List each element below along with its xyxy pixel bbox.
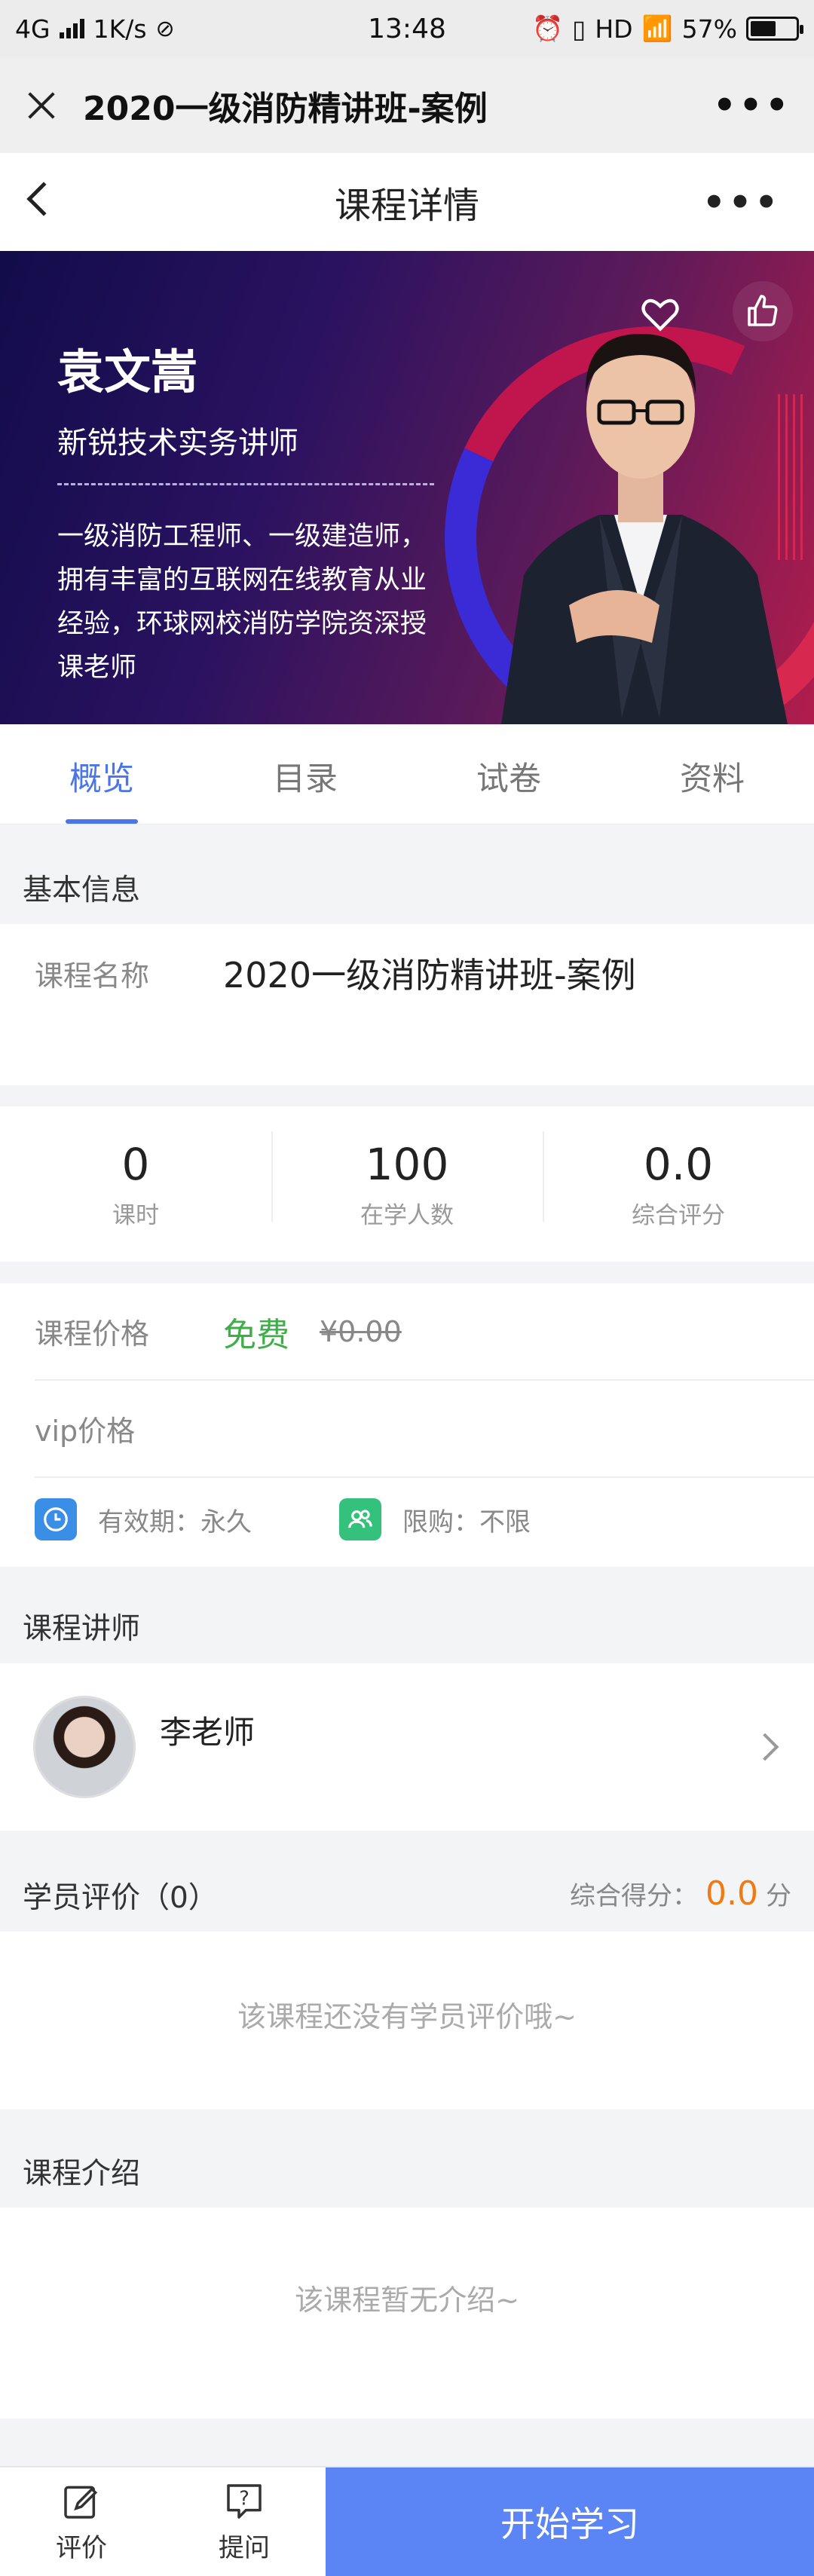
price-original: ¥0.00 (320, 1314, 402, 1348)
tab-item[interactable]: 目录 (204, 724, 407, 824)
battery-fill (751, 21, 776, 36)
edit-icon (64, 2486, 98, 2519)
vibrate-icon: ▯ (572, 14, 586, 44)
page-title: 课程详情 (334, 185, 479, 227)
course-tabs: 概览 目录 试卷 资料 (0, 724, 814, 825)
no-notification-icon: ⊘ (155, 15, 175, 42)
alarm-icon: ⏰ (532, 14, 564, 43)
stat-value: 0 (121, 1138, 150, 1190)
course-name-label: 课程名称 (35, 959, 150, 993)
vip-price-label: vip价格 (35, 1415, 136, 1448)
stat-label: 课时 (112, 1201, 159, 1229)
stats-row: 0 课时 100 在学人数 0.0 综合评分 (0, 1106, 814, 1262)
reviews-card: 该课程还没有学员评价哦~ (0, 1932, 814, 2109)
validity-text: 有效期：永久 (98, 1507, 252, 1537)
bottom-bar: 评价 ? 提问 开始学习 (0, 2466, 814, 2576)
basic-info-card: 课程名称 2020一级消防精讲班-案例 (0, 924, 814, 1085)
status-left: 4G 1K/s ⊘ (15, 14, 332, 44)
start-learning-button[interactable]: 开始学习 (326, 2467, 814, 2576)
review-score-unit: 分 (766, 1881, 791, 1911)
banner-description: 一级消防工程师、一级建造师，拥有丰富的互联网在线教育从业经验，环球网校消防学院资… (57, 522, 427, 683)
stat-item: 0.0 综合评分 (543, 1130, 814, 1230)
stat-item: 100 在学人数 (271, 1130, 543, 1230)
status-time: 13:48 (368, 13, 446, 44)
price-free: 免费 (223, 1315, 289, 1354)
chevron-right-icon (751, 1733, 779, 1761)
intro-card: 该课程暂无介绍~ (0, 2207, 814, 2418)
signal-icon (59, 19, 84, 38)
tab-item[interactable]: 资料 (610, 724, 814, 824)
stat-value: 0.0 (643, 1138, 714, 1190)
review-score-value: 0.0 (705, 1874, 758, 1913)
price-row: 课程价格 免费 ¥0.00 (35, 1283, 814, 1381)
status-right: ⏰ ▯ HD 📶 57% (482, 14, 803, 44)
hd-label: HD (595, 14, 633, 44)
intro-title: 课程介绍 (23, 2157, 141, 2191)
tab-item[interactable]: 试卷 (407, 724, 610, 824)
stat-label: 综合评分 (632, 1201, 725, 1229)
header-more-icon[interactable]: ••• (702, 182, 781, 224)
svg-text:?: ? (239, 2487, 249, 2510)
lecturer-card[interactable]: 李老师 (0, 1663, 814, 1831)
close-icon[interactable] (23, 87, 60, 124)
lecturer-title: 课程讲师 (23, 1612, 141, 1646)
limit-text: 限购：不限 (402, 1507, 531, 1537)
banner-teacher-role: 新锐技术实务讲师 (57, 426, 298, 460)
reviews-title: 学员评价（0） (23, 1881, 218, 1915)
wifi-icon: 📶 (641, 14, 673, 43)
vip-price-row: vip价格 (35, 1381, 814, 1478)
course-banner: 袁文嵩 新锐技术实务讲师 一级消防工程师、一级建造师，拥有丰富的互联网在线教育从… (0, 251, 814, 724)
battery-icon (746, 17, 803, 41)
stat-label: 在学人数 (360, 1201, 454, 1229)
network-type: 4G (15, 14, 50, 44)
banner-teacher-name: 袁文嵩 (57, 344, 198, 399)
page: 4G 1K/s ⊘ 13:48 ⏰ ▯ HD 📶 57% 2020一级消防精讲班… (0, 0, 814, 2576)
battery-percent: 57% (681, 14, 737, 44)
course-name-value: 2020一级消防精讲班-案例 (223, 955, 636, 996)
more-icon[interactable]: ••• (713, 84, 791, 127)
page-header: 课程详情 ••• (0, 153, 814, 251)
stats-card: 0 课时 100 在学人数 0.0 综合评分 (0, 1106, 814, 1262)
stat-value: 100 (365, 1138, 449, 1190)
clock-icon (35, 1498, 77, 1540)
ask-button[interactable]: ? 提问 (163, 2467, 326, 2576)
price-label: 课程价格 (35, 1317, 150, 1351)
reviews-empty-text: 该课程还没有学员评价哦~ (237, 2000, 577, 2033)
ask-button-label: 提问 (219, 2532, 270, 2563)
teacher-row[interactable]: 李老师 (0, 1663, 814, 1831)
banner-divider (57, 483, 434, 485)
basic-info-title: 基本信息 (23, 873, 141, 907)
mini-program-bar: 2020一级消防精讲班-案例 ••• (0, 57, 814, 153)
mini-program-title: 2020一级消防精讲班-案例 (83, 89, 488, 128)
network-speed: 1K/s (93, 14, 147, 44)
back-icon[interactable] (26, 182, 61, 216)
review-score: 综合得分： 0.0 分 (570, 1874, 791, 1913)
tab-item[interactable]: 概览 (0, 724, 204, 824)
review-button[interactable]: 评价 (0, 2467, 163, 2576)
status-bar: 4G 1K/s ⊘ 13:48 ⏰ ▯ HD 📶 57% (0, 0, 814, 57)
like-button[interactable] (733, 281, 793, 341)
favorite-heart-icon[interactable] (641, 296, 680, 332)
thumbs-up-icon (748, 295, 778, 326)
review-button-label: 评价 (56, 2532, 107, 2563)
avatar (33, 1696, 136, 1798)
meta-row: 有效期：永久 限购：不限 (0, 1478, 814, 1561)
teacher-name: 李老师 (160, 1714, 256, 1751)
users-icon (339, 1498, 381, 1540)
price-card: 课程价格 免费 ¥0.00 vip价格 有效期：永久 限购：不限 (0, 1283, 814, 1567)
review-score-label: 综合得分： (570, 1881, 699, 1911)
question-bubble-icon: ? (227, 2483, 262, 2519)
stat-item: 0 课时 (0, 1139, 271, 1230)
intro-empty-text: 该课程暂无介绍~ (295, 2284, 519, 2317)
course-name-row: 课程名称 2020一级消防精讲班-案例 (0, 924, 814, 998)
